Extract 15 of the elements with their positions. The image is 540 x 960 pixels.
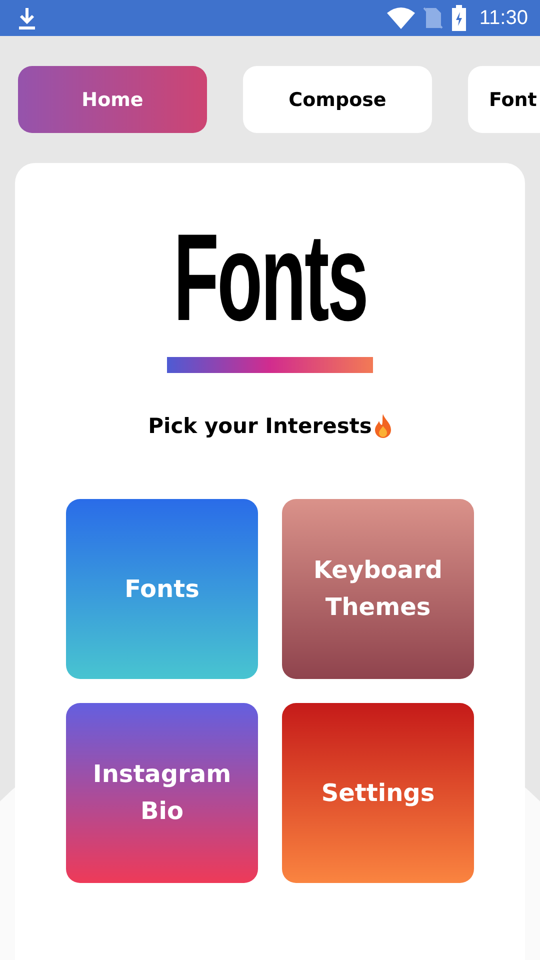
clock-time: 11:30 bbox=[479, 6, 528, 30]
nav-tab[interactable]: Font bbox=[468, 66, 540, 133]
download-icon bbox=[16, 6, 38, 30]
category-tile[interactable]: Settings bbox=[282, 703, 474, 883]
category-tile[interactable]: Keyboard Themes bbox=[282, 499, 474, 679]
category-tile[interactable]: Instagram Bio bbox=[66, 703, 258, 883]
wifi-icon bbox=[387, 7, 416, 29]
section-heading: Pick your Interests bbox=[148, 414, 372, 438]
nav-tab[interactable]: Home bbox=[18, 66, 207, 133]
app-logo: Fonts bbox=[173, 223, 367, 333]
nav-tab[interactable]: Compose bbox=[243, 66, 432, 133]
category-tile[interactable]: Fonts bbox=[66, 499, 258, 679]
no-sim-icon bbox=[423, 7, 444, 29]
flame-icon bbox=[374, 413, 392, 439]
battery-icon bbox=[451, 5, 468, 31]
